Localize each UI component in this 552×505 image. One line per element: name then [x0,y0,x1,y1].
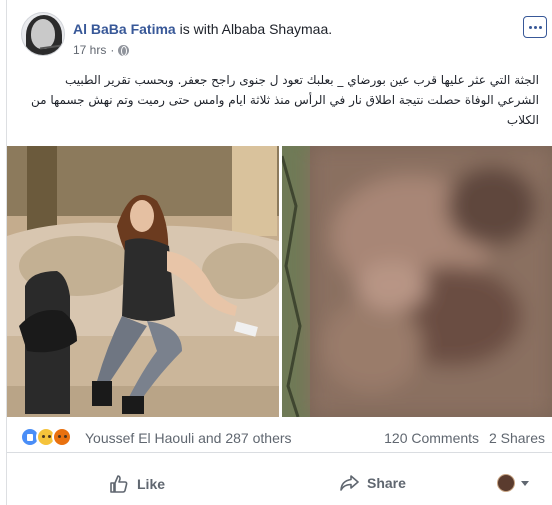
thumbs-up-icon [110,475,128,493]
with-text: is with [175,21,222,37]
reactions-bar: Youssef El Haouli and 287 others 120 Com… [7,425,552,453]
avatar-face [31,19,55,49]
post-text-line: الشرعي الوفاة حصلت نتيجة اطلاق نار في ال… [30,93,539,107]
reaction-summary[interactable]: Youssef El Haouli and 287 others [85,430,292,446]
post-text-line: الكلاب [506,113,539,127]
angry-reaction-icon[interactable] [52,427,72,447]
profile-mini-avatar [497,474,515,492]
photo-woman-on-sofa[interactable] [7,146,279,417]
share-arrow-icon [340,475,359,491]
engagement-counts: 120 Comments 2 Shares [384,430,545,446]
share-label: Share [367,475,406,491]
like-button[interactable]: Like [109,474,165,494]
like-label: Like [137,476,166,492]
more-options-icon[interactable] [523,16,547,38]
tagged-suffix: . [328,21,333,37]
meta-separator: · [110,43,115,57]
photo-grid [7,146,552,417]
globe-icon[interactable] [118,44,130,56]
post-text: الجثة التي عثر عليها قرب عين بورضاي _ بع… [21,70,539,130]
shares-count[interactable]: 2 Shares [489,430,545,446]
author-name[interactable]: Al BaBa Fatima [73,21,176,37]
post-card: Al BaBa Fatima is with Albaba Shaymaa. 1… [6,0,552,505]
tagged-name[interactable]: Albaba Shaymaa [222,21,329,37]
post-as-selector[interactable] [497,474,529,492]
post-time[interactable]: 17 hrs [73,43,106,57]
chevron-down-icon [521,480,529,486]
action-bar: Like Share [7,464,552,504]
comments-count[interactable]: 120 Comments [384,430,479,446]
post-text-line: الجثة التي عثر عليها قرب عين بورضاي _ بع… [64,73,539,87]
post-header: Al BaBa Fatima is with Albaba Shaymaa. 1… [7,0,552,66]
author-avatar[interactable] [21,12,65,56]
reaction-icons[interactable] [20,427,80,447]
share-button[interactable]: Share [339,474,406,492]
photo-blurred-image[interactable] [282,146,552,417]
post-title-line: Al BaBa Fatima is with Albaba Shaymaa. [73,21,332,37]
post-meta: 17 hrs · [73,43,130,57]
